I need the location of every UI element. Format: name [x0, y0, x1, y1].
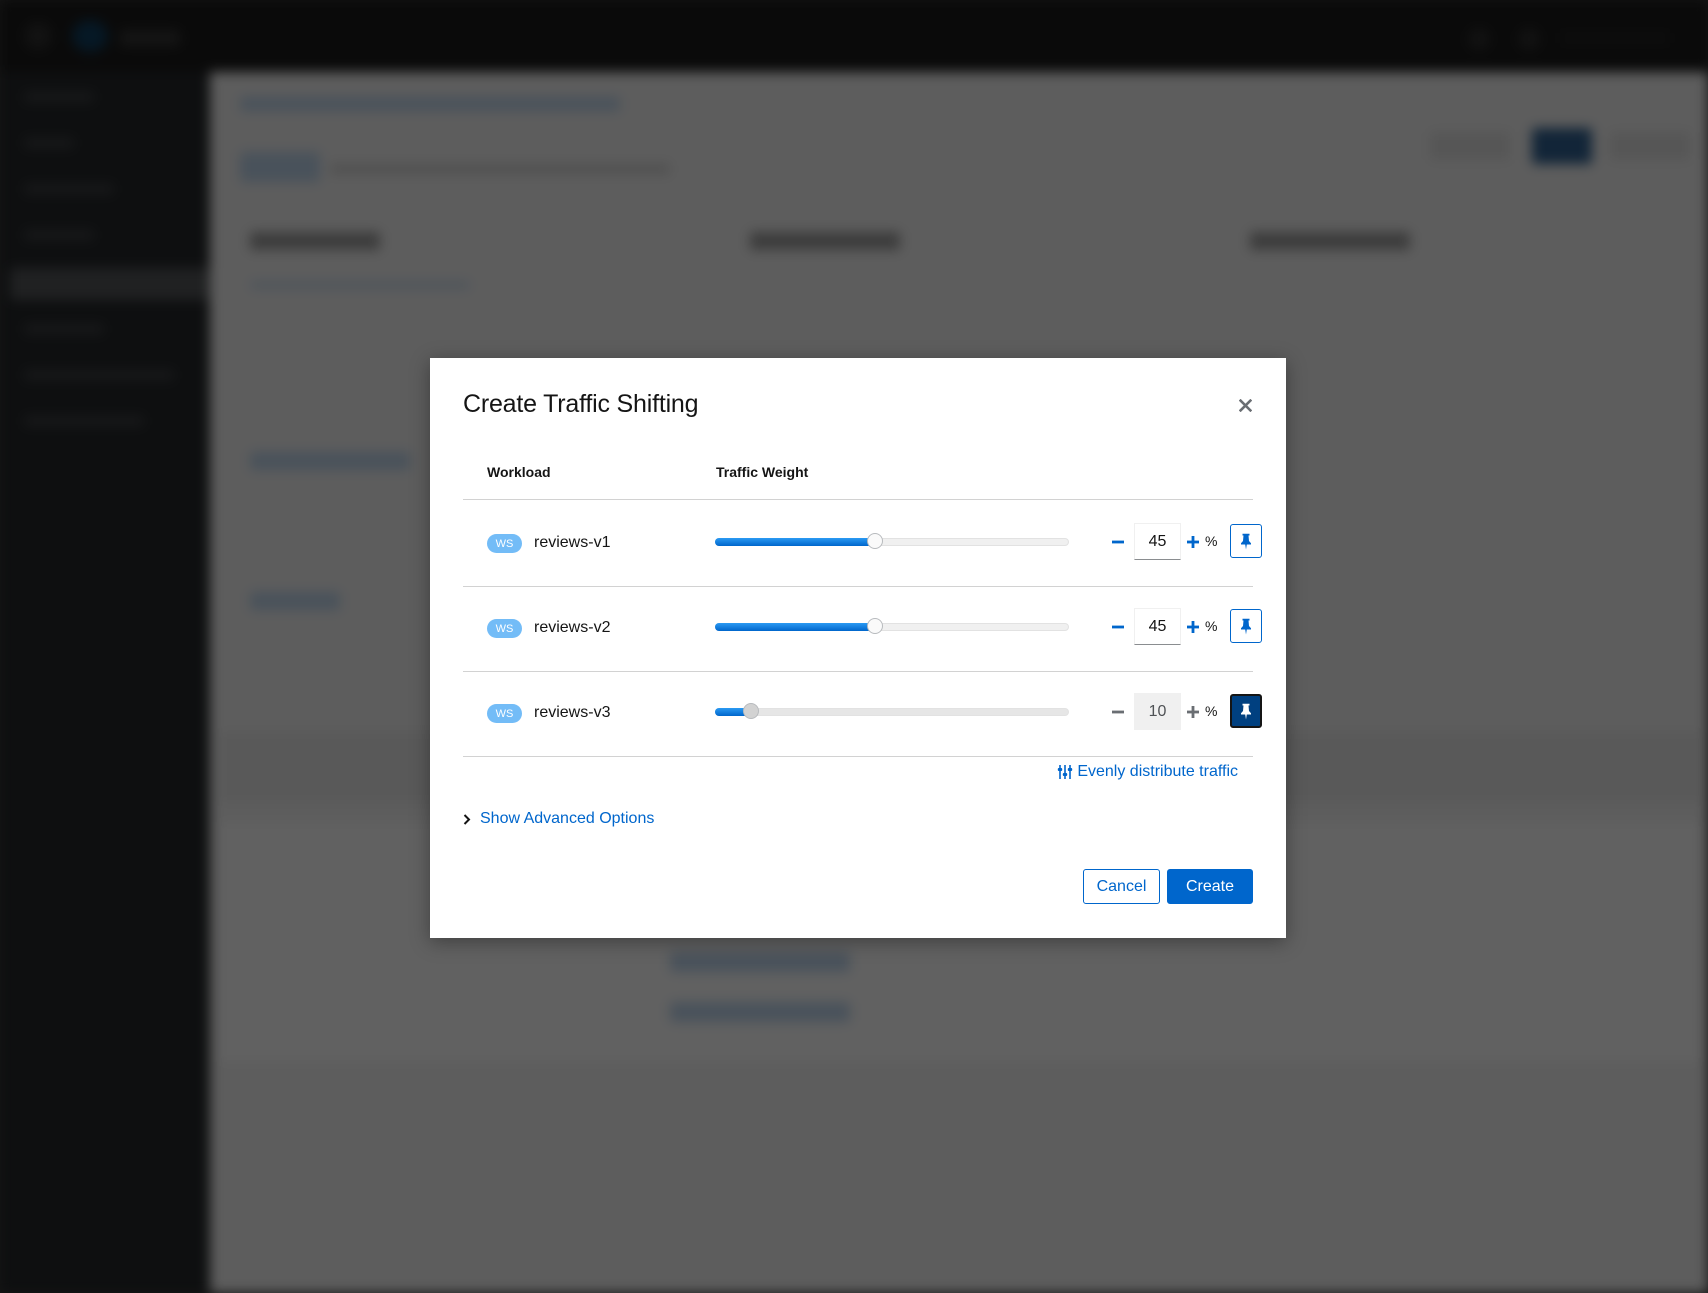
evenly-distribute-traffic-link[interactable]: Evenly distribute traffic — [1057, 763, 1238, 781]
slider-thumb[interactable] — [867, 533, 884, 549]
row-divider — [463, 756, 1253, 757]
decrement-button[interactable] — [1108, 615, 1128, 639]
chevron-right-icon — [463, 813, 471, 825]
workload-row: WS reviews-v2 % — [463, 585, 1262, 670]
lock-weight-button[interactable] — [1230, 609, 1262, 643]
percent-unit: % — [1205, 533, 1218, 549]
decrement-button[interactable] — [1108, 700, 1128, 724]
create-button[interactable]: Create — [1167, 869, 1253, 904]
thumbtack-icon — [1241, 703, 1251, 719]
lock-weight-button[interactable] — [1230, 524, 1262, 558]
workload-badge: WS — [487, 619, 522, 638]
column-header-workload: Workload — [487, 464, 551, 480]
plus-icon — [1187, 536, 1199, 548]
traffic-weight-input[interactable] — [1134, 608, 1181, 645]
column-header-traffic-weight: Traffic Weight — [716, 464, 809, 480]
thumbtack-icon — [1241, 618, 1251, 634]
traffic-weight-input[interactable] — [1134, 693, 1181, 730]
workload-name: reviews-v1 — [534, 534, 611, 551]
show-advanced-options-toggle[interactable]: Show Advanced Options — [463, 810, 654, 828]
create-traffic-shifting-modal: Create Traffic Shifting Workload Traffic… — [430, 358, 1286, 938]
increment-button[interactable] — [1183, 530, 1203, 554]
workload-badge: WS — [487, 534, 522, 553]
close-icon — [1238, 398, 1252, 412]
minus-icon — [1112, 710, 1124, 714]
percent-unit: % — [1205, 703, 1218, 719]
traffic-weight-slider[interactable] — [715, 533, 1069, 549]
modal-title: Create Traffic Shifting — [463, 390, 699, 418]
minus-icon — [1112, 625, 1124, 629]
thumbtack-icon — [1241, 533, 1251, 549]
workload-badge: WS — [487, 704, 522, 723]
lock-weight-button[interactable] — [1230, 694, 1262, 728]
decrement-button[interactable] — [1108, 530, 1128, 554]
increment-button[interactable] — [1183, 700, 1203, 724]
workload-name: reviews-v3 — [534, 704, 611, 721]
workload-row: WS reviews-v1 % — [463, 500, 1262, 585]
percent-unit: % — [1205, 618, 1218, 634]
increment-button[interactable] — [1183, 615, 1203, 639]
plus-icon — [1187, 621, 1199, 633]
traffic-weight-slider[interactable] — [715, 703, 1069, 719]
plus-icon — [1187, 706, 1199, 718]
slider-thumb[interactable] — [867, 618, 884, 634]
slider-thumb[interactable] — [743, 703, 760, 719]
slider-fill — [715, 623, 875, 631]
advanced-options-label: Show Advanced Options — [480, 810, 655, 827]
traffic-weight-input[interactable] — [1134, 523, 1181, 560]
cancel-button[interactable]: Cancel — [1083, 869, 1160, 904]
row-divider — [463, 671, 1253, 672]
sliders-icon — [1058, 765, 1073, 779]
evenly-distribute-label: Evenly distribute traffic — [1077, 763, 1238, 780]
slider-fill — [715, 538, 875, 546]
workload-row: WS reviews-v3 % — [463, 670, 1262, 755]
row-divider — [463, 586, 1253, 587]
workload-name: reviews-v2 — [534, 619, 611, 636]
minus-icon — [1112, 540, 1124, 544]
close-button[interactable] — [1232, 392, 1258, 418]
traffic-weight-slider[interactable] — [715, 618, 1069, 634]
